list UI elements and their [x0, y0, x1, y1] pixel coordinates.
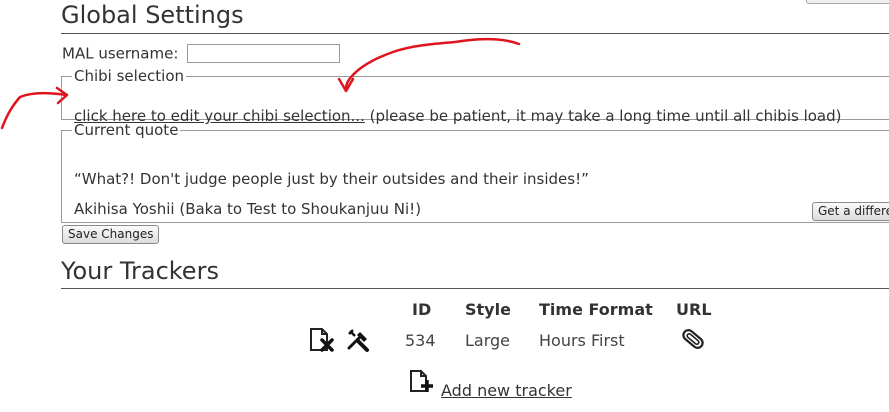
- current-quote-fieldset: Current quote “What?! Don't judge people…: [61, 121, 889, 223]
- add-new-tracker-link[interactable]: Add new tracker: [441, 381, 572, 400]
- divider: [61, 288, 889, 289]
- divider: [61, 33, 889, 34]
- column-header-time-format: Time Format: [539, 300, 653, 319]
- mal-username-row: MAL username:: [62, 44, 340, 63]
- delete-icon[interactable]: [308, 327, 336, 357]
- current-quote-legend: Current quote: [74, 121, 179, 139]
- mal-username-label: MAL username:: [62, 44, 179, 63]
- column-header-style: Style: [465, 300, 511, 319]
- chibi-selection-fieldset: Chibi selection click here to edit your …: [61, 67, 889, 125]
- column-header-id: ID: [412, 300, 432, 319]
- top-button-edge[interactable]: [806, 0, 889, 4]
- chibi-selection-legend: Chibi selection: [74, 67, 185, 85]
- quote-author: Akihisa Yoshii (Baka to Test to Shoukanj…: [74, 200, 422, 218]
- tracker-time-format: Hours First: [539, 331, 625, 350]
- your-trackers-title: Your Trackers: [61, 257, 219, 285]
- global-settings-title: Global Settings: [61, 1, 244, 29]
- save-changes-button[interactable]: Save Changes: [62, 225, 160, 244]
- edit-icon[interactable]: [346, 327, 372, 357]
- annotation-arrow-left: [0, 86, 69, 130]
- new-quote-button[interactable]: Get a different quote: [812, 202, 889, 221]
- url-icon[interactable]: [680, 327, 706, 355]
- column-header-url: URL: [676, 300, 712, 319]
- mal-username-input[interactable]: [187, 44, 340, 63]
- tracker-style: Large: [465, 331, 511, 350]
- add-page-icon[interactable]: [408, 369, 436, 399]
- quote-text: “What?! Don't judge people just by their…: [74, 170, 589, 188]
- tracker-id: 534: [405, 331, 436, 350]
